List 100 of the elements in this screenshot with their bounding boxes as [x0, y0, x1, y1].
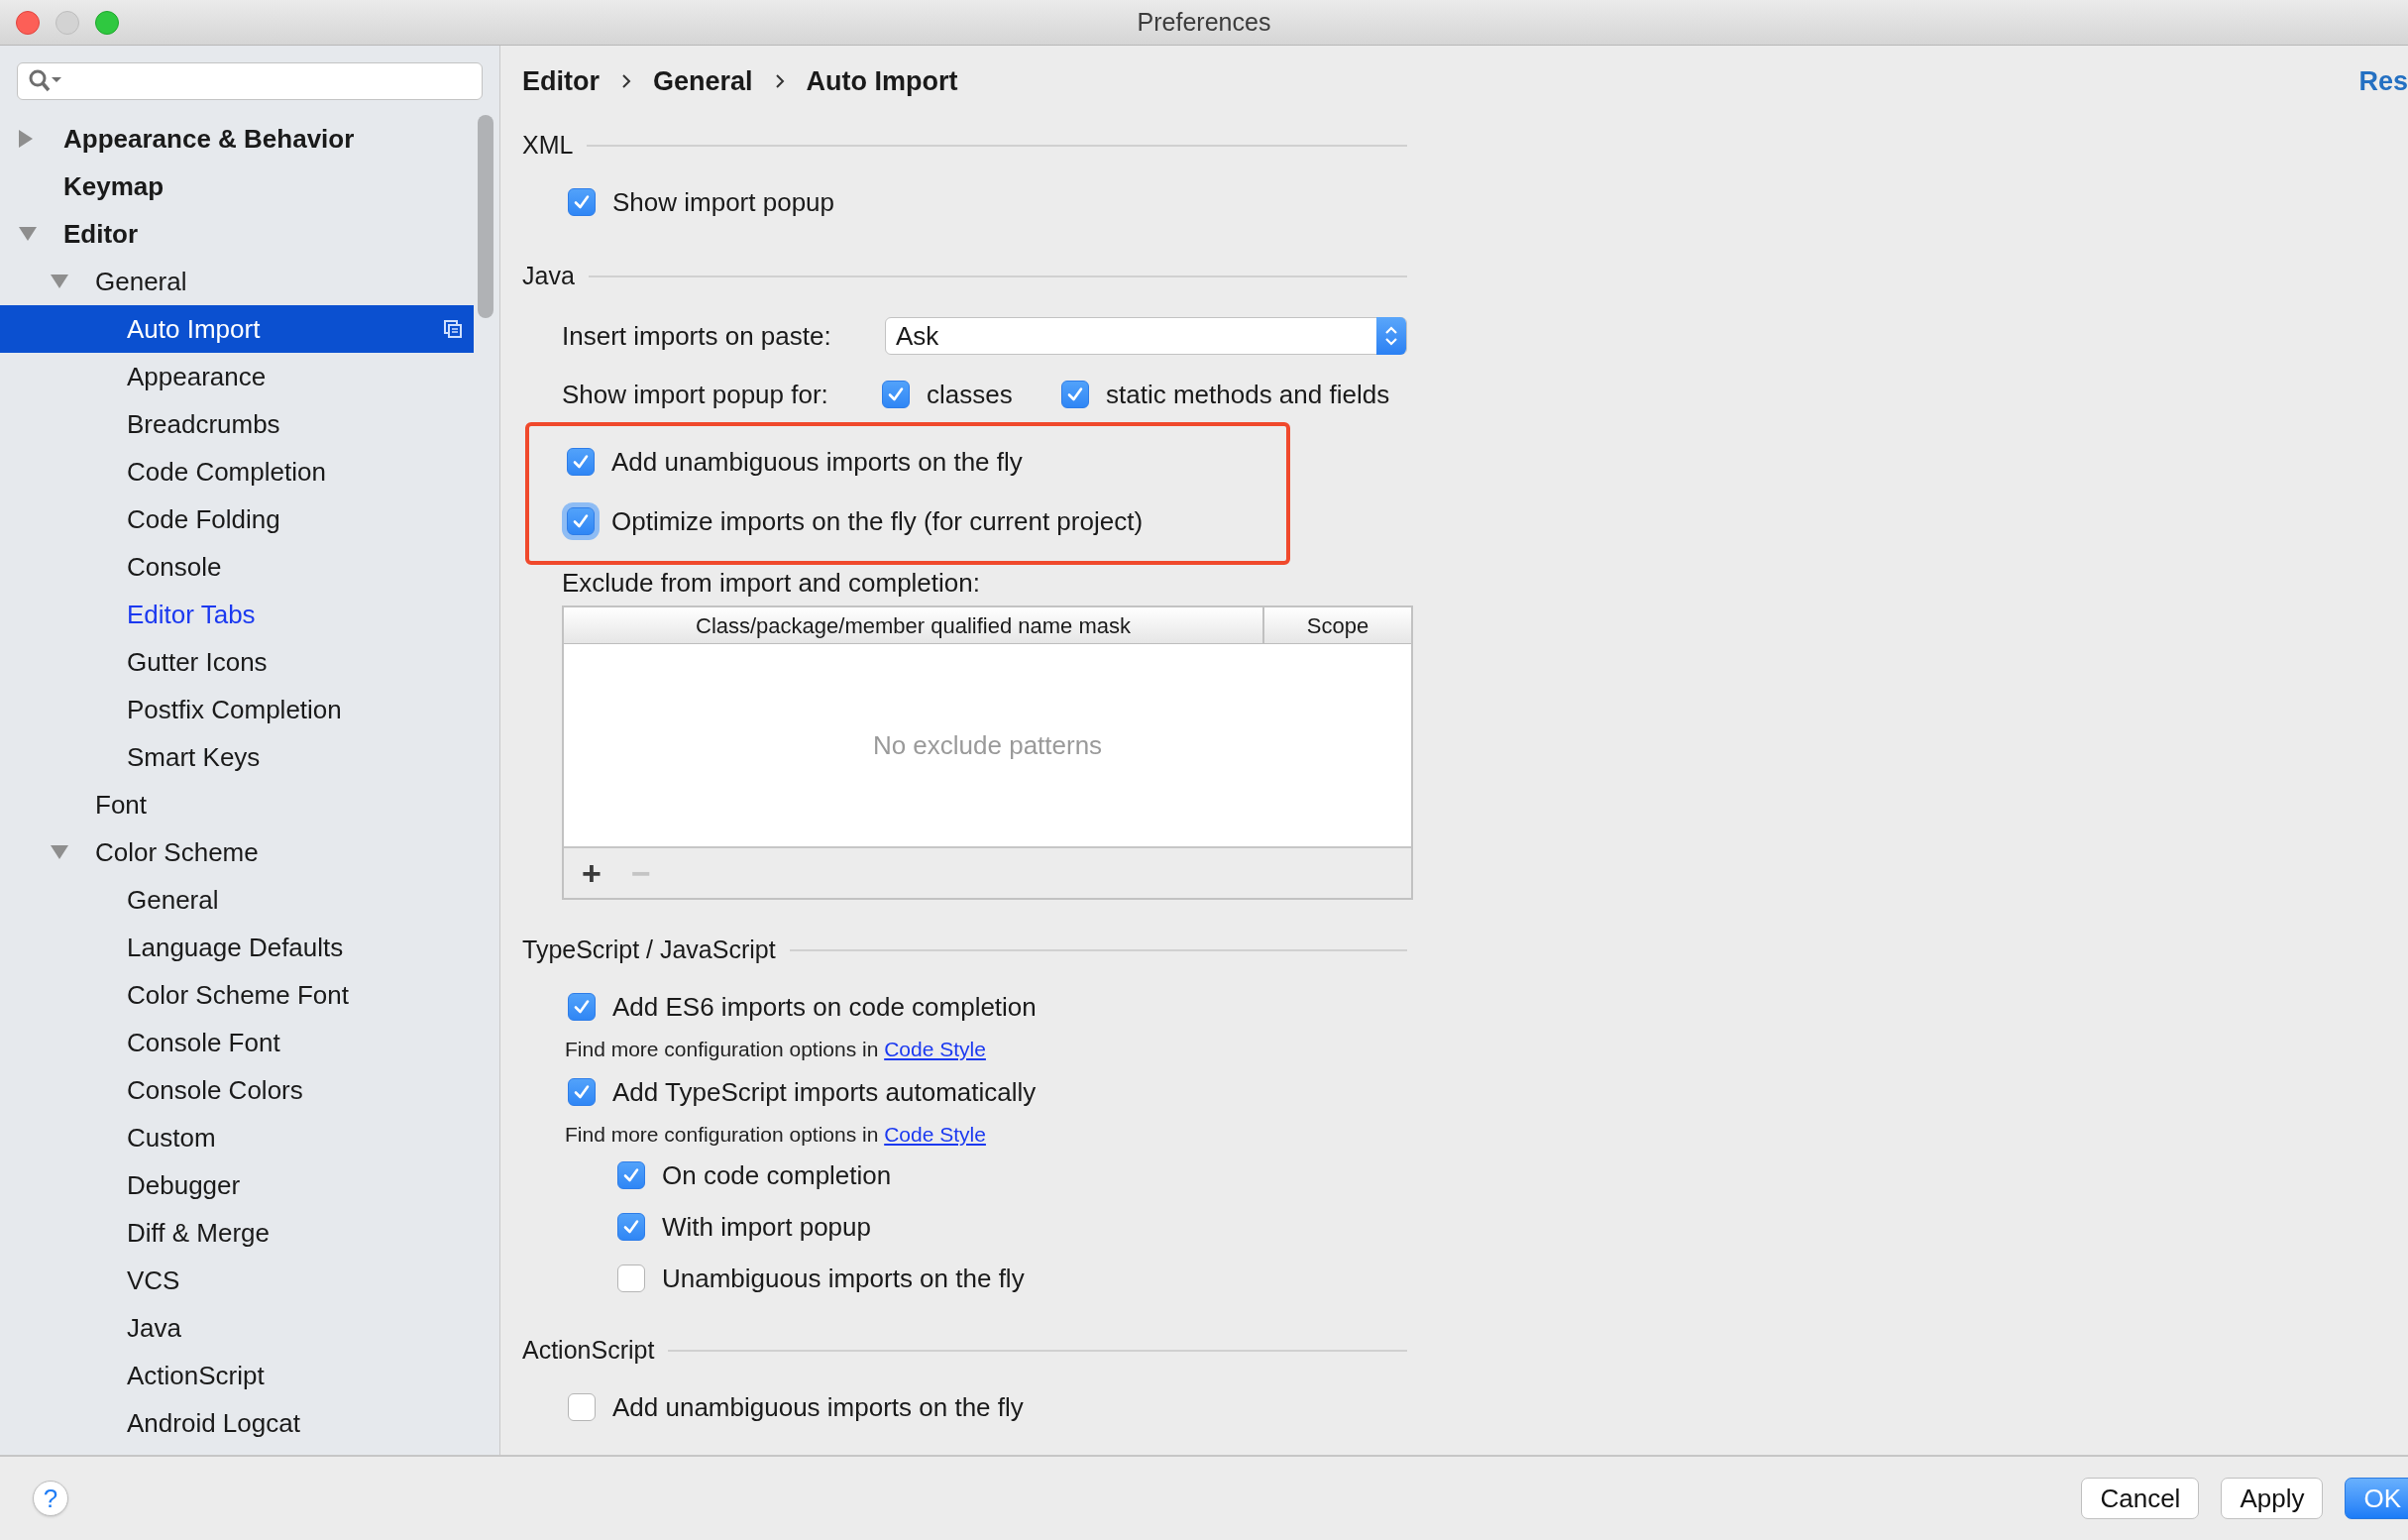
- collapsed-arrow-icon[interactable]: [18, 129, 34, 149]
- maximize-button[interactable]: [95, 11, 119, 35]
- checkmark-icon: [622, 1166, 640, 1184]
- copy-icon[interactable]: [444, 320, 462, 338]
- breadcrumb-item[interactable]: General: [653, 60, 753, 102]
- checkbox-label[interactable]: Unambiguous imports on the fly: [662, 1259, 1025, 1298]
- tree-item[interactable]: Code Folding: [0, 495, 474, 543]
- tree-item[interactable]: Debugger: [0, 1161, 474, 1209]
- tree-item-label: Code Completion: [127, 455, 326, 489]
- window-title: Preferences: [1137, 6, 1271, 38]
- tree-item-label: Language Defaults: [127, 931, 344, 964]
- code-style-link[interactable]: Code Style: [884, 1123, 986, 1147]
- field-label: Insert imports on paste:: [562, 319, 832, 353]
- tree-item[interactable]: Code Completion: [0, 448, 474, 495]
- tree-item[interactable]: Diff & Merge: [0, 1209, 474, 1257]
- tree-item[interactable]: Language Defaults: [0, 924, 474, 971]
- scrollbar-thumb[interactable]: [478, 115, 493, 318]
- section-title: TypeScript / JavaScript: [522, 935, 776, 966]
- tree-item[interactable]: Postfix Completion: [0, 686, 474, 733]
- checkbox-label[interactable]: Optimize imports on the fly (for current project): [611, 501, 1144, 541]
- checkbox-label[interactable]: Add TypeScript imports automatically: [612, 1072, 1037, 1112]
- checkmark-icon: [887, 385, 905, 403]
- checkmark-icon: [572, 453, 590, 471]
- checkbox[interactable]: [617, 1213, 645, 1241]
- checkbox[interactable]: [568, 1393, 596, 1421]
- checkbox[interactable]: [568, 1078, 596, 1106]
- checkbox[interactable]: [567, 448, 595, 476]
- section-title: XML: [522, 130, 574, 162]
- checkbox[interactable]: [617, 1265, 645, 1292]
- breadcrumb-item[interactable]: Auto Import: [806, 60, 958, 102]
- search-icon: [28, 68, 63, 94]
- chevron-icon: [621, 73, 631, 89]
- tree-item[interactable]: General: [0, 876, 474, 924]
- tree-item-label: Console Colors: [127, 1073, 303, 1107]
- search-field[interactable]: [17, 62, 483, 100]
- checkbox-label[interactable]: Add ES6 imports on code completion: [612, 987, 1037, 1027]
- stepper-icon: [1376, 317, 1406, 355]
- expanded-arrow-icon[interactable]: [50, 274, 69, 289]
- tree-item[interactable]: Font: [0, 781, 474, 828]
- checkmark-icon: [572, 512, 590, 530]
- tree-item[interactable]: Editor Tabs: [0, 591, 474, 638]
- tree-item-label: Console: [127, 550, 222, 584]
- tree-item-label: Console Font: [127, 1026, 280, 1059]
- tree-item-label: Gutter Icons: [127, 645, 268, 679]
- checkbox[interactable]: [1061, 381, 1089, 408]
- tree-item-label: Editor: [63, 217, 139, 251]
- checkmark-icon: [622, 1218, 640, 1236]
- tree-item[interactable]: Auto Import: [0, 305, 474, 353]
- code-style-link[interactable]: Code Style: [884, 1038, 986, 1061]
- column-header[interactable]: Scope: [1264, 607, 1411, 643]
- expanded-arrow-icon[interactable]: [18, 226, 38, 242]
- tree-item[interactable]: Color Scheme: [0, 828, 474, 876]
- tree-item[interactable]: General: [0, 258, 474, 305]
- checkbox-label[interactable]: static methods and fields: [1106, 375, 1390, 414]
- chevron-icon: [774, 73, 785, 89]
- tree-item[interactable]: Keymap: [0, 163, 474, 210]
- checkbox-label[interactable]: Add unambiguous imports on the fly: [612, 1387, 1024, 1427]
- tree-item-label: General: [95, 265, 187, 298]
- tree-item[interactable]: Color Scheme Font: [0, 971, 474, 1019]
- dialog-button[interactable]: Apply: [2221, 1478, 2324, 1519]
- tree-item[interactable]: Android Logcat: [0, 1399, 474, 1447]
- tree-item[interactable]: Console Font: [0, 1019, 474, 1066]
- tree-item[interactable]: Appearance & Behavior: [0, 115, 474, 163]
- tree-item[interactable]: Console: [0, 543, 474, 591]
- tree-item[interactable]: Breadcrumbs: [0, 400, 474, 448]
- empty-message: No exclude patterns: [872, 728, 1103, 762]
- reset-link[interactable]: Res: [2358, 60, 2408, 102]
- tree-item[interactable]: Smart Keys: [0, 733, 474, 781]
- help-button[interactable]: ?: [33, 1481, 68, 1516]
- dialog-button[interactable]: Cancel: [2081, 1478, 2200, 1519]
- tree-item[interactable]: Gutter Icons: [0, 638, 474, 686]
- tree-item-label: Appearance: [127, 360, 267, 393]
- dropdown[interactable]: Ask: [885, 317, 1407, 355]
- checkbox-label[interactable]: classes: [927, 375, 1013, 414]
- tree-item-label: Color Scheme Font: [127, 978, 349, 1012]
- hint-text: Find more configuration options in Code Style: [565, 1037, 986, 1063]
- tree-item[interactable]: Custom: [0, 1114, 474, 1161]
- checkbox-label[interactable]: On code completion: [662, 1155, 892, 1195]
- close-button[interactable]: [16, 11, 40, 35]
- tree-item[interactable]: ActionScript: [0, 1352, 474, 1399]
- section-title: ActionScript: [522, 1335, 655, 1367]
- checkbox-label[interactable]: With import popup: [662, 1207, 871, 1247]
- tree-item[interactable]: Appearance: [0, 353, 474, 400]
- tree-item-label: Java: [127, 1311, 181, 1345]
- checkbox[interactable]: [617, 1161, 645, 1189]
- expanded-arrow-icon[interactable]: [50, 844, 69, 860]
- breadcrumb-item[interactable]: Editor: [522, 60, 600, 102]
- tree-item[interactable]: Console Colors: [0, 1066, 474, 1114]
- field-label: Show import popup for:: [562, 378, 829, 411]
- tree-item[interactable]: Editor: [0, 210, 474, 258]
- add-button[interactable]: +: [578, 856, 605, 890]
- checkbox[interactable]: [568, 188, 596, 216]
- checkbox-label[interactable]: Add unambiguous imports on the fly: [611, 442, 1023, 482]
- checkbox[interactable]: [882, 381, 910, 408]
- tree-item[interactable]: Java: [0, 1304, 474, 1352]
- checkbox-label[interactable]: Show import popup: [612, 182, 835, 222]
- checkbox[interactable]: [568, 993, 596, 1021]
- tree-item[interactable]: VCS: [0, 1257, 474, 1304]
- tree-item-label: VCS: [127, 1264, 180, 1297]
- tree-item-label: Keymap: [63, 169, 164, 203]
